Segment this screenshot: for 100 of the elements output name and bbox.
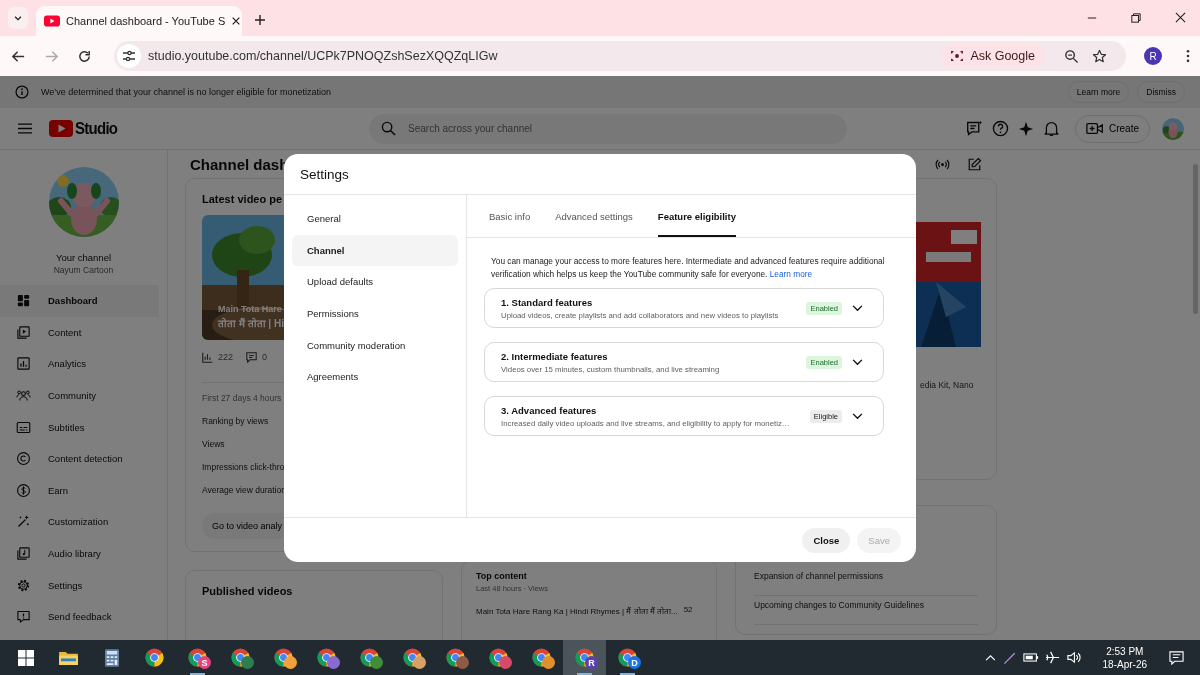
sidebar-item[interactable]: Analytics	[0, 348, 159, 380]
sidebar-item[interactable]: Content	[0, 316, 159, 349]
search-icon	[381, 121, 397, 136]
card-title: Published videos	[202, 585, 294, 597]
tab[interactable]: Advanced settings	[555, 195, 633, 237]
star-icon[interactable]	[1092, 48, 1107, 64]
banner-action-button[interactable]: Dismiss	[1137, 81, 1185, 103]
speaker-icon[interactable]	[1065, 650, 1081, 665]
banner-action-button[interactable]: Learn more	[1067, 81, 1130, 103]
video-caption: तोता मैं तोता | Hi	[218, 316, 284, 330]
bar-chart-icon	[16, 356, 31, 372]
intro-text: You can manage your access to more features here. Intermediate and advanced features require additional verification which helps us keep the YouTube community safe for everyone. Learn more	[491, 255, 886, 281]
settings-nav-item[interactable]: Channel	[292, 234, 458, 267]
address-bar[interactable]: studio.youtube.com/channel/UCPk7PNOQZshSezXQQZqLIGw Ask Google	[114, 41, 1126, 71]
studio-logo-text[interactable]: Studio	[75, 118, 118, 139]
dialog-title: Settings	[300, 166, 349, 182]
view-count: 222	[218, 352, 234, 362]
zoom-icon[interactable]	[1064, 48, 1079, 64]
sidebar-item[interactable]: Subtitles	[0, 411, 159, 443]
video-analytics-button[interactable]: Go to video analy	[202, 513, 283, 539]
sidebar-item[interactable]: Dashboard	[0, 285, 159, 317]
channel-name: Nayum Cartoon	[53, 265, 114, 275]
airplane-icon[interactable]	[1044, 650, 1060, 665]
sidebar-item[interactable]: Earn	[0, 474, 159, 507]
windows-logo-icon	[17, 649, 34, 666]
sidebar-item[interactable]: Content detection	[0, 442, 159, 475]
clock[interactable]: 2:53 PM 18-Apr-26	[1102, 645, 1147, 670]
metric-label: Ranking by views	[202, 416, 270, 426]
edit-icon	[966, 156, 982, 172]
search-input[interactable]: Search across your channel	[408, 123, 836, 134]
settings-nav-item[interactable]: Permissions	[292, 297, 458, 330]
video-caption: Main Tota Hare	[218, 304, 283, 314]
taskbar-app[interactable]: D	[606, 640, 649, 675]
play-logo-icon	[44, 15, 60, 27]
dialog-button[interactable]: Close	[802, 527, 851, 553]
taskbar-app[interactable]: S	[176, 640, 219, 675]
bell-icon[interactable]	[1043, 120, 1060, 137]
notification-icon[interactable]	[1169, 650, 1184, 665]
close-icon[interactable]	[231, 16, 242, 26]
browser-tab[interactable]: Channel dashboard - YouTube S	[36, 6, 242, 36]
settings-icon	[16, 577, 31, 593]
taskbar-app[interactable]: R	[563, 640, 606, 675]
search-bar[interactable]: Search across your channel	[369, 113, 848, 144]
video-library-icon	[16, 324, 31, 340]
music-note-icon	[16, 546, 31, 562]
help-icon[interactable]	[992, 120, 1009, 137]
info-icon	[15, 85, 29, 99]
people-icon	[16, 388, 31, 404]
settings-nav-item[interactable]: General	[292, 203, 458, 235]
chevron-down-icon[interactable]	[852, 358, 863, 366]
reload-icon[interactable]	[77, 48, 92, 64]
sidebar-item[interactable]: Community	[0, 379, 159, 412]
tab[interactable]: Feature eligibility	[657, 195, 736, 237]
tab-list-button[interactable]	[8, 7, 28, 29]
folder-icon	[59, 650, 78, 665]
close-icon[interactable]	[1175, 12, 1186, 23]
chevron-up-icon[interactable]	[984, 654, 996, 661]
scrollbar[interactable]	[1193, 164, 1198, 314]
caret-down-icon	[13, 13, 23, 23]
news-text: edia Kit, Nano	[920, 380, 975, 390]
create-button[interactable]: Create	[1075, 114, 1150, 143]
play-logo-icon	[49, 120, 73, 137]
chevron-down-icon[interactable]	[852, 412, 863, 420]
tune-icon[interactable]	[117, 44, 141, 68]
update-link[interactable]: Expansion of channel permissions	[754, 567, 978, 596]
profile-badge: D	[628, 656, 641, 669]
update-link[interactable]: Upcoming changes to Community Guidelines	[754, 596, 978, 625]
sparkle-icon[interactable]	[1018, 120, 1034, 137]
menu-icon[interactable]	[18, 123, 32, 134]
feature-title: 2. Intermediate features	[501, 350, 609, 362]
notice-text: We’ve determined that your channel is no longer eligible for monetization	[41, 87, 331, 97]
restore-icon[interactable]	[1131, 13, 1141, 23]
sidebar-item[interactable]: Settings	[0, 569, 159, 601]
tab[interactable]: Basic info	[489, 195, 531, 237]
plus-icon[interactable]	[254, 14, 266, 26]
comment-count: 0	[262, 352, 268, 362]
sidebar-item[interactable]: Audio library	[0, 537, 159, 570]
pen-icon[interactable]	[1001, 650, 1017, 665]
channel-label: Your channel	[55, 252, 112, 263]
more-menu-icon[interactable]	[1186, 49, 1190, 63]
dollar-icon	[16, 482, 31, 498]
sidebar-item[interactable]: Send feedback	[0, 600, 159, 633]
chevron-down-icon[interactable]	[852, 304, 863, 312]
video-title[interactable]: Main Tota Hare Rang Ka | Hindi Rhymes | मैं तोता मैं तोता...	[476, 605, 678, 616]
settings-nav-item[interactable]: Upload defaults	[292, 266, 458, 298]
profile-badge: R	[585, 656, 598, 669]
message-icon[interactable]	[966, 120, 983, 137]
ask-google-button[interactable]: Ask Google	[941, 44, 1044, 68]
video-plus-icon	[1086, 122, 1104, 135]
profile-avatar[interactable]: R	[1144, 47, 1162, 65]
metric-label: Average view duration	[202, 485, 287, 495]
battery-icon[interactable]	[1022, 652, 1039, 663]
sidebar-item[interactable]: Customization	[0, 506, 159, 538]
calculator-icon	[104, 648, 119, 667]
settings-nav-item[interactable]: Agreements	[292, 360, 458, 393]
settings-nav-item[interactable]: Community moderation	[292, 329, 458, 361]
feature-title: 3. Advanced features	[501, 404, 598, 416]
learn-more-link[interactable]: Learn more	[769, 269, 813, 279]
comment-icon	[246, 351, 258, 363]
metric-label: Impressions click-thro	[202, 462, 286, 472]
